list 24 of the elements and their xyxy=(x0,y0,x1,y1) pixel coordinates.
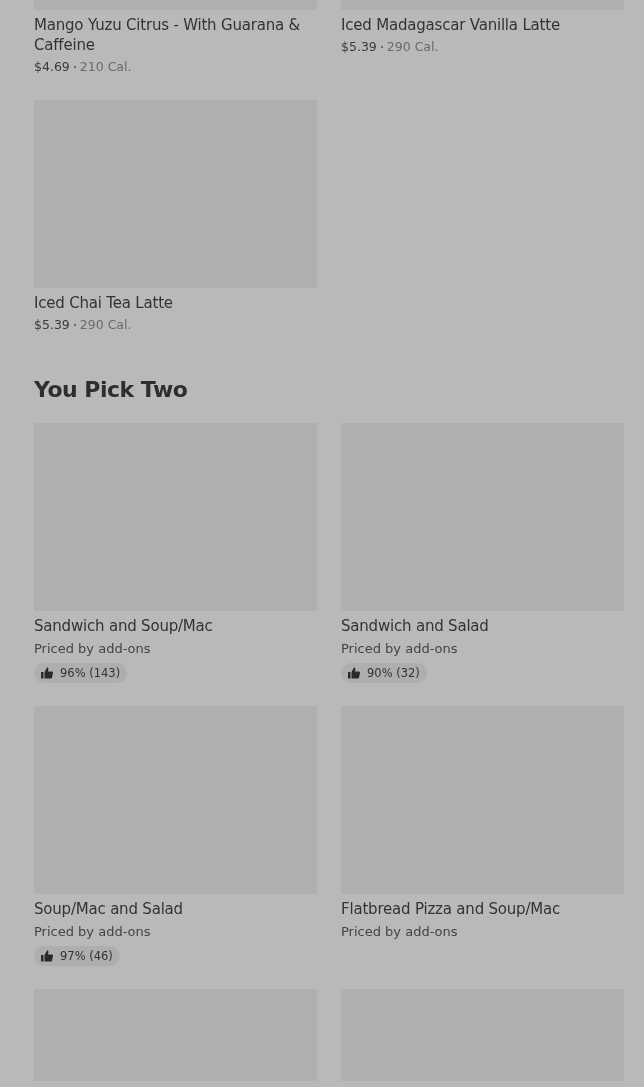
item-price: $5.39 xyxy=(341,38,377,56)
item-calories: 210 Cal. xyxy=(79,58,132,76)
item-name[interactable]: Flatbread Pizza and Soup/Mac xyxy=(341,899,561,919)
rating-badge: 97% (46) xyxy=(34,946,120,966)
item-calories: 290 Cal. xyxy=(386,38,439,56)
item-name[interactable]: Sandwich and Salad xyxy=(341,616,489,636)
thumbs-up-icon xyxy=(348,667,360,679)
item-calories: 290 Cal. xyxy=(79,316,132,334)
item-price: $5.39 xyxy=(34,316,70,334)
item-name[interactable]: Soup/Mac and Salad xyxy=(34,899,183,919)
section-heading: You Pick Two xyxy=(34,377,189,403)
rating-badge: 96% (143) xyxy=(34,663,128,683)
item-name[interactable]: Iced Chai Tea Latte xyxy=(34,293,173,313)
item-name[interactable]: Sandwich and Soup/Mac xyxy=(34,616,213,636)
price-note: Priced by add-ons xyxy=(34,640,151,658)
price-note: Priced by add-ons xyxy=(341,640,458,658)
thumbs-up-icon xyxy=(41,950,53,962)
item-price: $4.69 xyxy=(34,58,70,76)
item-name[interactable]: Mango Yuzu Citrus - With Guarana & Caffeine xyxy=(34,15,317,55)
rating-badge: 90% (32) xyxy=(341,663,427,683)
price-note: Priced by add-ons xyxy=(34,923,151,941)
item-name[interactable]: Iced Madagascar Vanilla Latte xyxy=(341,15,560,35)
thumbs-up-icon xyxy=(41,667,53,679)
price-note: Priced by add-ons xyxy=(341,923,458,941)
